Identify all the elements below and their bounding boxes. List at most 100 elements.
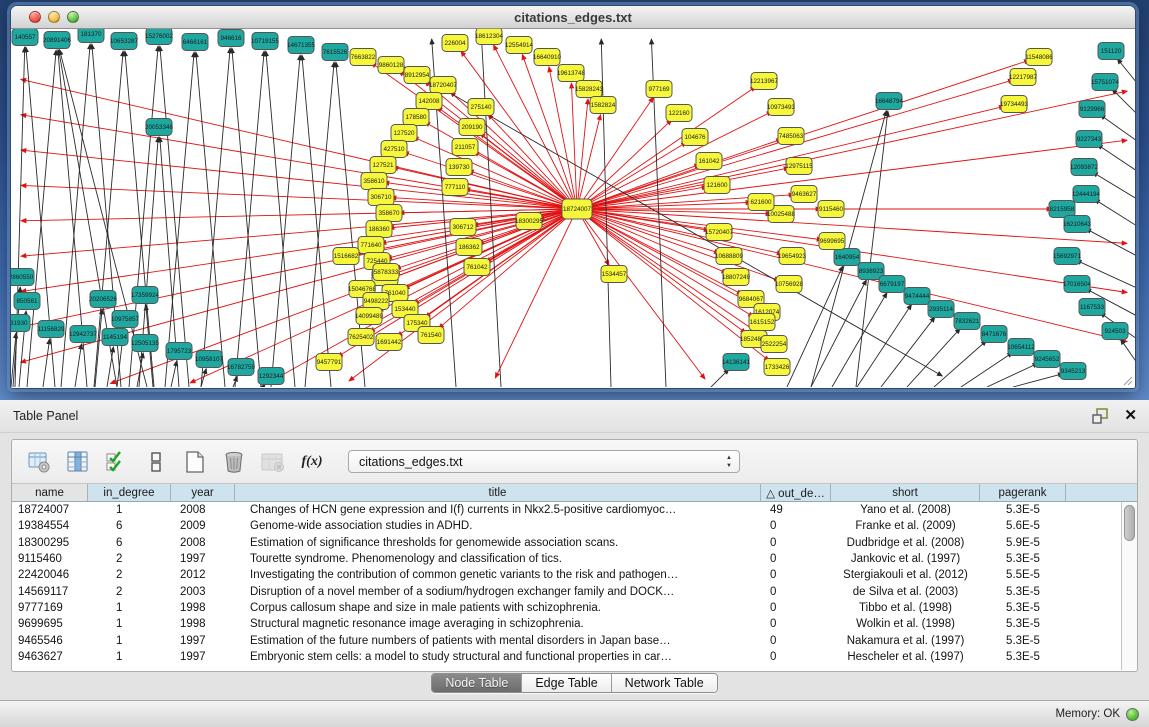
graph-node[interactable]: 18612304 [475, 29, 504, 45]
graph-edge[interactable] [1013, 374, 1063, 387]
graph-node[interactable]: 9345213 [1060, 363, 1086, 380]
tab-node-table[interactable]: Node Table [432, 674, 522, 692]
network-canvas[interactable]: 1405572089140618137010653287152760026466… [11, 29, 1135, 388]
table-row[interactable]: 1938455462009Genome-wide association stu… [12, 518, 1121, 534]
network-window[interactable]: citations_edges.txt 14055720891406181370… [10, 5, 1136, 389]
graph-node[interactable]: 10975857 [111, 311, 140, 328]
graph-node[interactable]: 104676 [682, 129, 708, 146]
graph-edge[interactable] [271, 55, 300, 387]
graph-node[interactable]: 9474444 [904, 288, 930, 305]
graph-node[interactable]: 12213967 [750, 73, 779, 90]
graph-edge[interactable] [881, 317, 935, 387]
graph-node[interactable]: 121600 [704, 177, 730, 194]
graph-node[interactable]: 186360 [366, 221, 392, 238]
graph-node[interactable]: 2935114 [928, 301, 954, 318]
graph-node[interactable]: 306712 [450, 219, 476, 236]
graph-node[interactable]: 122160 [666, 105, 692, 122]
graph-node[interactable]: 18720407 [429, 77, 458, 94]
graph-node[interactable]: 15751074 [1091, 74, 1120, 91]
graph-node[interactable]: 1145194 [102, 329, 128, 346]
graph-node[interactable]: 1795723 [166, 343, 192, 360]
graph-node[interactable]: 761540 [418, 327, 444, 344]
graph-node[interactable]: 12554914 [505, 37, 534, 54]
graph-node[interactable]: 151120 [1098, 43, 1124, 60]
graph-node[interactable]: 1615152 [749, 314, 775, 331]
graph-node[interactable]: 12217987 [1009, 69, 1038, 86]
graph-node[interactable]: 946616 [218, 30, 244, 47]
graph-node[interactable]: 1516682 [333, 248, 359, 265]
scrollbar-thumb[interactable] [1124, 505, 1135, 541]
graph-node[interactable]: 181370 [78, 29, 104, 43]
graph-node[interactable]: 9457791 [316, 354, 342, 371]
rows-icon[interactable] [143, 449, 169, 475]
graph-node[interactable]: 777110 [442, 179, 468, 196]
graph-node[interactable]: 275140 [468, 99, 494, 116]
graph-node[interactable]: 7663822 [350, 49, 376, 66]
table-row[interactable]: 1830029562008Estimation of significance … [12, 535, 1121, 551]
graph-node[interactable]: 358670 [376, 205, 402, 222]
tab-edge-table[interactable]: Edge Table [522, 674, 611, 692]
graph-node[interactable]: 127521 [370, 157, 396, 174]
import-table-disabled-icon[interactable] [260, 449, 286, 475]
graph-node[interactable]: 16782759 [227, 359, 256, 376]
graph-node[interactable]: 977169 [646, 81, 672, 98]
graph-node[interactable]: 209190 [459, 119, 485, 136]
graph-node[interactable]: 211057 [452, 139, 478, 156]
graph-edge[interactable] [1097, 145, 1135, 171]
graph-node[interactable]: 1640954 [834, 249, 860, 266]
graph-node[interactable]: 17359924 [131, 287, 160, 304]
graph-node[interactable]: 9227343 [1076, 131, 1102, 148]
graph-node[interactable]: 11548086 [1025, 49, 1053, 66]
graph-node[interactable]: 20053346 [145, 119, 174, 136]
graph-edge[interactable] [75, 344, 82, 387]
graph-node[interactable]: 15276002 [145, 29, 174, 45]
graph-edge[interactable] [165, 52, 194, 387]
graph-node[interactable]: 7485063 [778, 128, 804, 145]
graph-node[interactable]: 14099489 [355, 308, 384, 325]
tab-network-table[interactable]: Network Table [612, 674, 717, 692]
graph-edge[interactable] [987, 363, 1038, 387]
graph-node[interactable]: 186362 [456, 239, 482, 256]
graph-edge[interactable] [21, 209, 577, 221]
graph-node[interactable]: 1582824 [590, 97, 616, 114]
graph-edge[interactable] [711, 369, 729, 387]
graph-edge[interactable] [302, 55, 331, 387]
table-row[interactable]: 2242004622012Investigating the contribut… [12, 567, 1121, 583]
graph-node[interactable]: 140557 [12, 29, 38, 46]
column-header-name[interactable]: name [12, 484, 88, 501]
graph-edge[interactable] [107, 347, 113, 387]
graph-edge[interactable] [196, 52, 225, 387]
table-row[interactable]: 969969511998Structural magnetic resonanc… [12, 616, 1121, 632]
graph-node[interactable]: 1292344 [258, 368, 284, 385]
graph-node[interactable]: 1691442 [376, 334, 402, 351]
graph-edge[interactable] [961, 353, 1013, 387]
graph-node[interactable]: 9498222 [363, 293, 389, 310]
graph-node[interactable]: 142008 [416, 93, 442, 110]
graph-node[interactable]: 16210643 [1063, 216, 1092, 233]
graph-node[interactable]: 12444194 [1072, 186, 1101, 203]
graph-node[interactable]: 9860128 [378, 57, 404, 74]
graph-node[interactable]: 127520 [391, 125, 417, 142]
graph-node[interactable]: 10653287 [110, 33, 139, 50]
graph-node[interactable]: 931930 [11, 315, 30, 332]
graph-edge[interactable] [305, 62, 334, 387]
table-column-icon[interactable] [65, 449, 91, 475]
table-vertical-scrollbar[interactable] [1121, 502, 1137, 670]
graph-node[interactable]: 2522254 [761, 336, 787, 353]
graph-node[interactable]: 10688809 [715, 248, 744, 265]
graph-node[interactable]: 7625402 [348, 329, 374, 346]
graph-node[interactable]: 621600 [748, 194, 774, 211]
graph-node[interactable]: 15828243 [575, 81, 604, 98]
graph-node[interactable]: 1733426 [764, 359, 790, 376]
graph-edge[interactable] [1094, 199, 1135, 226]
graph-node[interactable]: 226004 [442, 35, 468, 52]
table-row[interactable]: 946362711997Embryonic stem cells: a mode… [12, 649, 1121, 665]
function-builder-icon[interactable]: f(x) [299, 449, 325, 475]
graph-node[interactable]: 16648794 [875, 93, 904, 110]
column-header-out_de[interactable]: △ out_de… [761, 484, 831, 501]
graph-edge[interactable] [201, 48, 230, 387]
graph-node[interactable]: 19654923 [778, 248, 807, 265]
graph-edge[interactable] [266, 51, 295, 387]
graph-node[interactable]: 139730 [446, 159, 472, 176]
window-resize-handle[interactable] [1121, 374, 1133, 386]
